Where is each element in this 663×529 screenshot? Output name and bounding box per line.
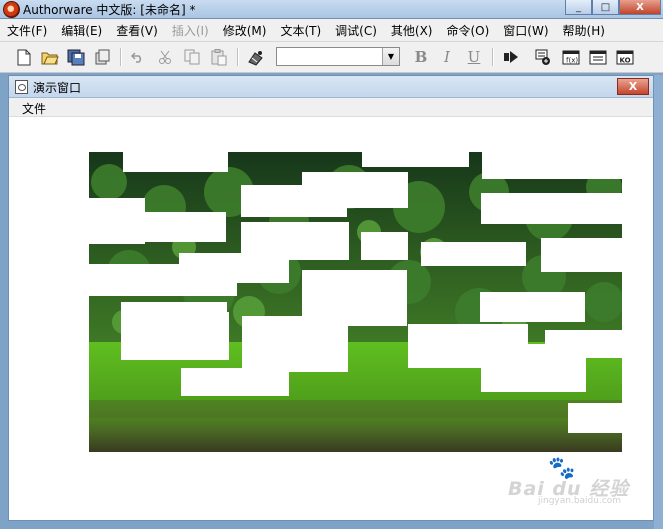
toolbar-separator	[492, 48, 494, 66]
missing-piece[interactable]	[361, 232, 408, 260]
save-all-icon[interactable]	[66, 47, 86, 67]
missing-piece[interactable]	[242, 316, 348, 372]
copy-icon[interactable]	[182, 47, 202, 67]
window-title: Authorware 中文版: [未命名] *	[23, 3, 196, 17]
baidu-watermark: 🐾 Bai du 经验 jingyan.baidu.com	[508, 456, 633, 506]
find-icon[interactable]	[246, 47, 266, 67]
watermark-url: jingyan.baidu.com	[538, 496, 622, 506]
missing-piece[interactable]	[421, 242, 526, 266]
cut-icon[interactable]	[155, 47, 175, 67]
italic-button[interactable]: I	[437, 47, 457, 67]
presentation-title: 演示窗口	[33, 81, 82, 95]
svg-text:KO: KO	[620, 56, 631, 64]
menu-debug[interactable]: 调试(C)	[328, 22, 384, 39]
chevron-down-icon[interactable]: ▼	[382, 48, 399, 65]
missing-piece[interactable]	[480, 292, 585, 322]
missing-piece[interactable]	[482, 152, 622, 179]
font-select[interactable]: ▼	[276, 47, 400, 66]
new-file-icon[interactable]	[14, 47, 34, 67]
missing-piece[interactable]	[123, 212, 226, 242]
underline-button[interactable]: U	[464, 47, 484, 67]
menu-edit[interactable]: 编辑(E)	[54, 22, 109, 39]
missing-piece[interactable]	[89, 264, 237, 296]
menu-file[interactable]: 文件(F)	[0, 22, 54, 39]
puzzle-image	[89, 152, 622, 452]
bold-button[interactable]: B	[411, 47, 431, 67]
maximize-button[interactable]: □	[592, 0, 619, 15]
menu-bar: 文件(F) 编辑(E) 查看(V) 插入(I) 修改(M) 文本(T) 调试(C…	[0, 19, 663, 42]
underline-label: U	[467, 48, 481, 66]
control-panel-icon[interactable]	[533, 47, 553, 67]
missing-piece[interactable]	[541, 238, 622, 272]
import-icon[interactable]	[92, 47, 112, 67]
presentation-close-button[interactable]: X	[617, 78, 649, 95]
window-controls: _ □ X	[565, 0, 661, 15]
italic-label: I	[444, 48, 450, 66]
main-title-bar: Authorware 中文版: [未命名] * _ □ X	[0, 0, 663, 19]
menu-view[interactable]: 查看(V)	[109, 22, 165, 39]
missing-piece[interactable]	[123, 152, 228, 172]
svg-text:f(x): f(x)	[566, 56, 578, 64]
right-edge-strip	[654, 75, 663, 529]
missing-piece[interactable]	[568, 403, 622, 433]
open-folder-icon[interactable]	[40, 47, 60, 67]
missing-piece[interactable]	[481, 193, 622, 224]
variables-icon[interactable]	[588, 47, 608, 67]
missing-piece[interactable]	[121, 328, 229, 360]
menu-other[interactable]: 其他(X)	[384, 22, 440, 39]
menu-text[interactable]: 文本(T)	[273, 22, 328, 39]
paste-icon[interactable]	[209, 47, 229, 67]
knowledge-objects-icon[interactable]: KO	[615, 47, 635, 67]
presentation-menu-bar: 文件	[9, 98, 653, 117]
menu-insert[interactable]: 插入(I)	[165, 22, 216, 39]
menu-window[interactable]: 窗口(W)	[496, 22, 555, 39]
missing-piece[interactable]	[362, 152, 469, 167]
missing-piece[interactable]	[241, 185, 347, 217]
minimize-button[interactable]: _	[565, 0, 592, 15]
toolbar-separator	[120, 48, 122, 66]
toolbar-separator	[237, 48, 239, 66]
bold-label: B	[414, 48, 428, 66]
presentation-window-icon	[15, 80, 28, 94]
menu-help[interactable]: 帮助(H)	[556, 22, 612, 39]
menu-modify[interactable]: 修改(M)	[216, 22, 274, 39]
functions-icon[interactable]: f(x)	[561, 47, 581, 67]
menu-command[interactable]: 命令(O)	[439, 22, 496, 39]
presentation-title-bar[interactable]: 演示窗口 X	[9, 76, 653, 98]
presentation-menu-file[interactable]: 文件	[15, 100, 53, 117]
toolbar: ▼ B I U f(x) KO	[0, 42, 663, 73]
authorware-app-icon[interactable]	[3, 1, 20, 18]
undo-icon[interactable]	[128, 47, 148, 67]
run-icon[interactable]	[501, 47, 521, 67]
missing-piece[interactable]	[181, 368, 289, 396]
close-button[interactable]: X	[619, 0, 661, 15]
missing-piece[interactable]	[545, 330, 622, 358]
